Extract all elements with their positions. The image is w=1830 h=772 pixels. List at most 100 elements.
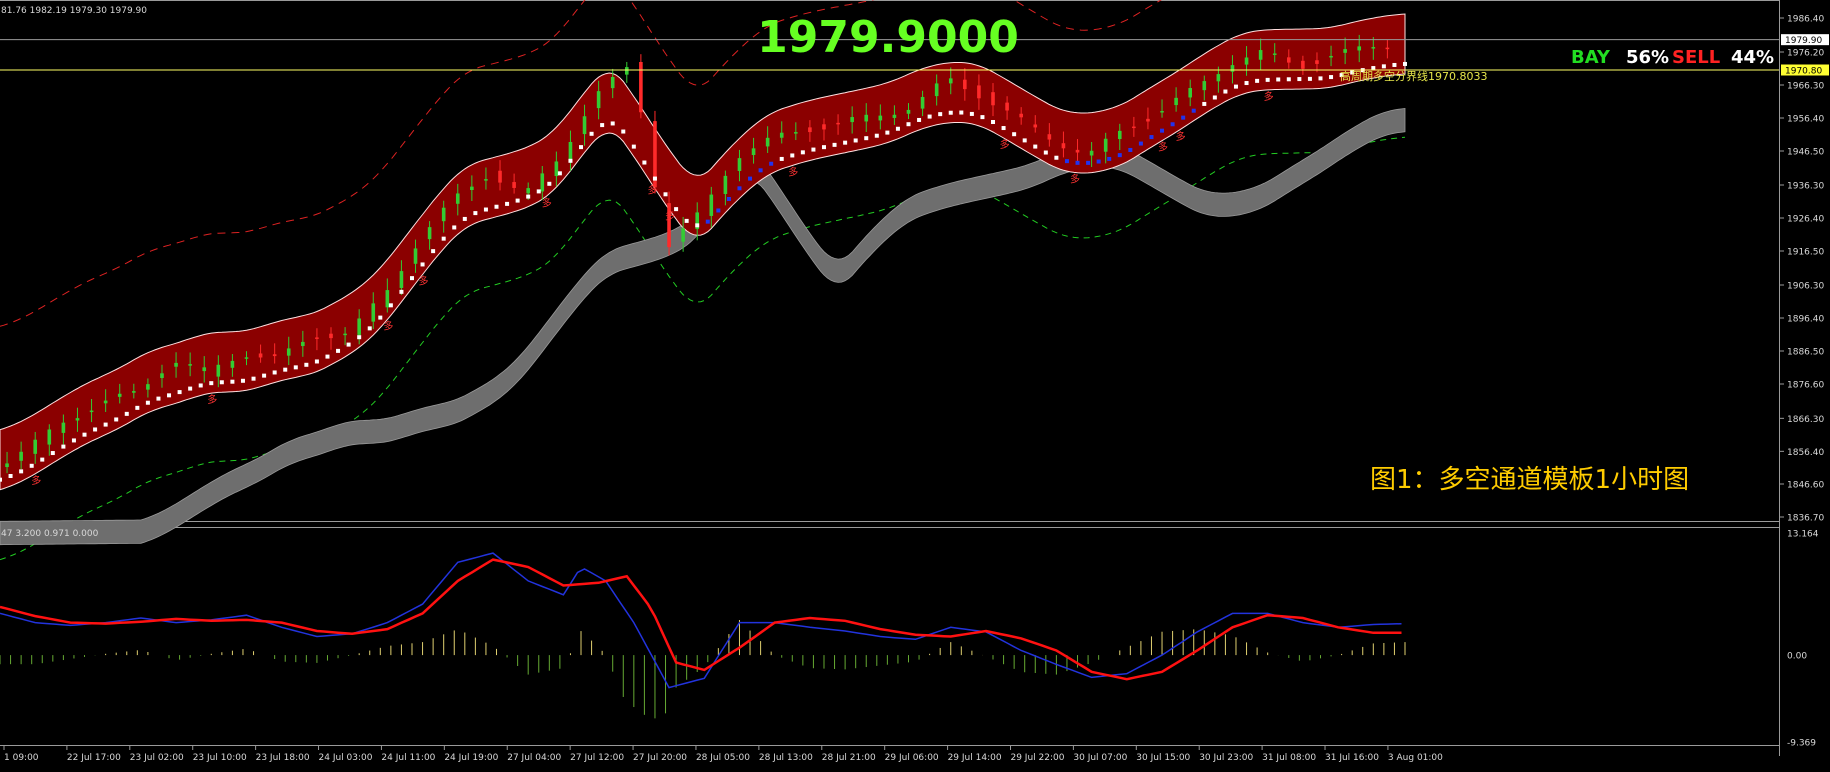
candle-body [1047,134,1052,140]
trailing-stop-mark [50,451,55,456]
trailing-stop-mark [1128,147,1133,152]
price-tick-label: 1856.40 [1787,448,1824,458]
trailing-stop-mark [938,112,943,117]
candle-body [906,109,911,114]
trailing-stop-mark [853,138,858,143]
time-tick-label: 23 Jul 02:00 [130,753,184,763]
time-tick-label: 31 Jul 08:00 [1262,753,1316,763]
trailing-stop-mark [1054,155,1059,160]
candle-body [1230,65,1235,72]
candle-body [329,333,333,339]
price-tick-label: 1836.70 [1787,514,1824,524]
trailing-stop-mark [304,362,309,367]
candle-body [244,357,249,359]
trailing-stop-mark [272,370,277,375]
trailing-stop-mark [1149,135,1154,140]
candle-body [737,158,742,171]
trailing-stop-mark [1012,132,1017,137]
trailing-stop-mark [505,201,510,206]
trailing-stop-mark [1212,95,1217,100]
trailing-stop-mark [93,427,98,432]
time-tick-label: 28 Jul 05:00 [696,753,750,763]
time-tick-label: 31 Jul 16:00 [1325,753,1379,763]
long-marker: 多 [647,183,657,196]
candle-body [596,91,601,109]
trailing-stop-mark [1160,128,1165,133]
candle-body [808,127,812,133]
candle-body [357,318,361,335]
price-tick-label: 1986.40 [1787,15,1824,25]
trailing-stop-mark [568,158,573,163]
price-tick-label: 1936.30 [1787,182,1824,192]
long-marker: 多 [207,393,217,406]
trailing-stop-mark [1064,159,1069,164]
candle-body [934,83,939,97]
trailing-stop-mark [82,432,87,437]
long-marker: 多 [383,320,393,333]
candle-body [963,79,967,90]
candle-body [709,194,714,216]
trailing-stop-mark [473,211,478,216]
trailing-stop-mark [610,121,615,126]
trailing-stop-mark [737,186,742,191]
indicator-readout: 47 3.200 0.971 0.000 [1,529,99,539]
trailing-stop-mark [1276,77,1281,82]
trailing-stop-mark [8,474,13,478]
trailing-stop-mark [283,367,288,372]
candle-body [1315,60,1319,64]
chart-canvas[interactable]: 多多多多多多多多多多多多多 高周期多空分界线1970.8033 81.76 19… [0,0,1830,772]
trailing-stop-mark [821,145,826,150]
trailing-stop-mark [19,469,24,474]
trailing-stop-mark [0,477,2,482]
candle-body [624,67,629,75]
trailing-stop-mark [124,411,129,416]
candle-body [301,341,305,347]
trailing-stop-mark [346,342,351,347]
trailing-stop-mark [991,120,996,124]
sell-label: SELL [1672,47,1720,68]
candle-body [117,393,122,397]
trailing-stop-mark [1329,75,1334,80]
candle-body [1272,53,1277,55]
time-tick-label: 1 09:00 [4,753,39,763]
trailing-stop-mark [621,129,626,134]
trailing-stop-mark [1117,153,1122,158]
candle-body [343,333,347,336]
candle-body [554,161,559,176]
trailing-stop-mark [726,197,731,201]
candle-body [1117,130,1122,140]
trailing-stop-mark [325,354,330,359]
long-marker: 多 [542,197,552,210]
sell-percent: 44% [1731,47,1774,68]
trailing-stop-mark [864,136,869,141]
candle-body [470,186,474,191]
candle-body [413,248,418,264]
candle-body [779,132,784,138]
candle-body [794,132,798,134]
trailing-stop-mark [71,438,76,443]
candle-body [498,170,502,183]
trailing-stop-mark [526,194,531,199]
trailing-stop-mark [874,133,879,138]
trailing-stop-mark [378,315,383,320]
trailing-stop-mark [431,249,436,254]
candle-body [160,373,164,379]
trailing-stop-mark [705,219,710,224]
candle-body [822,124,826,130]
trailing-stop-mark [811,147,816,152]
trailing-stop-mark [1392,62,1397,67]
candle-body [1343,49,1347,53]
trailing-stop-mark [557,171,562,176]
trailing-stop-mark [462,216,467,221]
trailing-stop-mark [1181,115,1186,120]
trailing-stop-mark [652,176,657,181]
candle-body [991,92,995,106]
price-tick-label: 1866.30 [1787,415,1824,425]
candle-body [272,354,277,357]
candle-body [1329,55,1333,58]
candle-body [1244,57,1249,65]
candle-body [1132,126,1136,129]
candle-body [258,353,263,358]
divider-line-label: 高周期多空分界线1970.8033 [1340,69,1487,83]
price-tick-label: 1886.50 [1787,348,1824,358]
